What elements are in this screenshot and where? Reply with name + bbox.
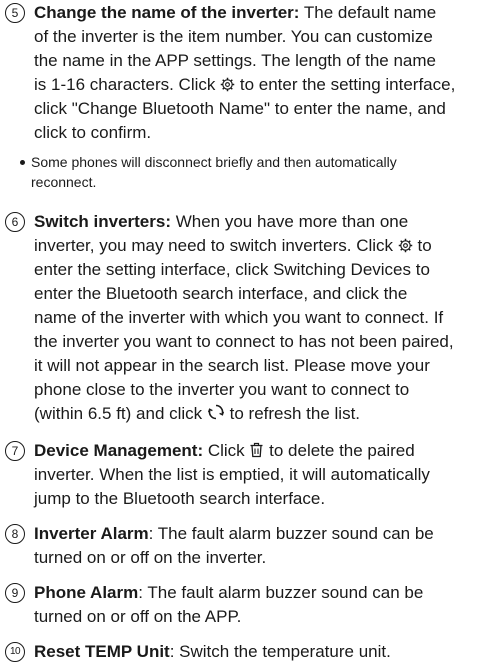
step-number-badge: 7 bbox=[5, 441, 25, 461]
body-text: When you have more than one bbox=[171, 212, 409, 231]
gear-icon bbox=[398, 237, 413, 259]
body-line: enter the setting interface, click Switc… bbox=[34, 260, 430, 279]
section-title: Switch inverters: bbox=[34, 212, 171, 231]
step-number-badge: 6 bbox=[5, 212, 25, 232]
body-text: The default name bbox=[299, 3, 437, 22]
body-text: to refresh the list. bbox=[224, 404, 361, 423]
body-line: enter the Bluetooth search interface, an… bbox=[34, 284, 408, 303]
gear-icon bbox=[220, 76, 235, 98]
body-line: turned on or off on the inverter. bbox=[34, 548, 267, 567]
body-line: inverter, you may need to switch inverte… bbox=[34, 235, 432, 259]
body-line: jump to the Bluetooth search interface. bbox=[34, 489, 326, 508]
body-line: is 1-16 characters. Click to enter the s… bbox=[34, 74, 455, 98]
step-number-badge: 8 bbox=[5, 524, 25, 544]
section-title: Device Management: bbox=[34, 441, 204, 460]
note-line: Some phones will disconnect briefly and … bbox=[31, 154, 397, 170]
note-line: reconnect. bbox=[31, 174, 97, 190]
body-text: is 1-16 characters. Click bbox=[34, 75, 216, 94]
section-title: Reset TEMP Unit bbox=[34, 642, 170, 661]
body-text: : The fault alarm buzzer sound can be bbox=[148, 524, 434, 543]
section-title: Inverter Alarm bbox=[34, 524, 149, 543]
section-first-line: Inverter Alarm: The fault alarm buzzer s… bbox=[34, 523, 434, 545]
step-number-badge: 10 bbox=[5, 642, 25, 662]
body-line: of the inverter is the item number. You … bbox=[34, 27, 433, 46]
section-first-line: Change the name of the inverter: The def… bbox=[34, 2, 436, 24]
body-text: to bbox=[412, 236, 432, 255]
body-line: click to confirm. bbox=[34, 123, 152, 142]
body-line: name of the inverter with which you want… bbox=[34, 308, 444, 327]
body-line: inverter. When the list is emptied, it w… bbox=[34, 465, 430, 484]
body-text: to delete the paired bbox=[264, 441, 415, 460]
body-line: phone close to the inverter you want to … bbox=[34, 380, 410, 399]
refresh-icon bbox=[207, 403, 225, 427]
body-text: inverter, you may need to switch inverte… bbox=[34, 236, 394, 255]
body-line: click "Change Bluetooth Name" to enter t… bbox=[34, 99, 446, 118]
body-text: : Switch the temperature unit. bbox=[169, 642, 391, 661]
section-first-line: Device Management: Click to delete the p… bbox=[34, 440, 415, 464]
section-title: Change the name of the inverter: bbox=[34, 3, 300, 22]
section-title: Phone Alarm bbox=[34, 583, 139, 602]
body-text: : The fault alarm buzzer sound can be bbox=[138, 583, 424, 602]
body-line: (within 6.5 ft) and click to refresh the… bbox=[34, 403, 360, 427]
body-line: the inverter you want to connect to has … bbox=[34, 332, 454, 351]
body-text: (within 6.5 ft) and click bbox=[34, 404, 203, 423]
body-text: Click bbox=[203, 441, 250, 460]
body-line: the name in the APP settings. The length… bbox=[34, 51, 436, 70]
bullet-dot bbox=[20, 160, 25, 165]
section-first-line: Switch inverters: When you have more tha… bbox=[34, 211, 408, 233]
section-first-line: Reset TEMP Unit: Switch the temperature … bbox=[34, 641, 391, 663]
step-number-badge: 5 bbox=[5, 3, 25, 23]
body-line: turned on or off on the APP. bbox=[34, 607, 242, 626]
step-number-badge: 9 bbox=[5, 583, 25, 603]
body-line: it will not appear in the search list. P… bbox=[34, 356, 430, 375]
section-first-line: Phone Alarm: The fault alarm buzzer soun… bbox=[34, 582, 423, 604]
trash-icon bbox=[249, 442, 264, 464]
body-text: to enter the setting interface, bbox=[235, 75, 456, 94]
